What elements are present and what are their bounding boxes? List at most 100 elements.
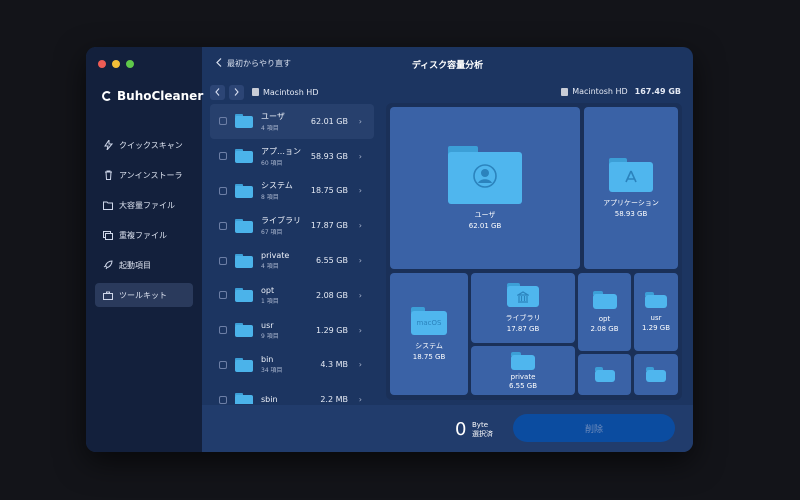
brand-name: BuhoCleaner [117,89,204,103]
item-count: 34 項目 [261,367,283,375]
page-title: ディスク容量分析 [411,61,484,71]
list-item[interactable]: usr 9 項目 1.29 GB › [210,313,374,348]
main-panel: 最初からやり直す ディスク容量分析 Macintosh HD Macintosh… [202,47,693,452]
folder-list: ユーザ 4 項目 62.01 GB › アプ…ョン 60 項目 58.93 GB ›… [210,104,374,404]
item-name: ユーザ [261,111,285,121]
sidebar-item-uninstaller[interactable]: アンインストーラ [95,163,193,187]
list-item[interactable]: アプ…ョン 60 項目 58.93 GB › [210,139,374,174]
applications-folder-icon [609,158,653,192]
chevron-right-icon[interactable]: › [359,152,362,161]
sidebar-item-duplicates[interactable]: 重複ファイル [95,223,193,247]
folder-icon [645,292,667,308]
tile-name: opt [598,315,611,323]
folder-icon [235,183,253,198]
list-item[interactable]: ライブラリ 67 項目 17.87 GB › [210,208,374,243]
treemap-tile-private[interactable]: private 6.55 GB [471,346,575,395]
system-folder-icon: macOS [411,307,447,335]
chevron-right-icon[interactable]: › [359,291,362,300]
treemap-tile-opt[interactable]: opt 2.08 GB [578,273,631,351]
drive-icon [561,87,569,96]
row-checkbox[interactable] [219,360,227,369]
breadcrumb-current: Macintosh HD [263,87,319,97]
tile-size: 6.55 GB [508,381,538,390]
selected-count: 0 [455,419,467,440]
treemap-tile-library[interactable]: ライブラリ 17.87 GB [471,273,575,343]
item-size: 2.2 MB [320,395,348,404]
sidebar-item-label: アンインストーラ [119,170,183,180]
row-checkbox[interactable] [219,291,227,300]
folder-icon [594,367,615,382]
tile-size: 1.29 GB [641,324,671,332]
item-name: アプ…ョン [261,146,301,156]
chevron-right-icon[interactable]: › [359,326,362,335]
item-name: システム [261,181,293,191]
chevron-right-icon[interactable]: › [359,360,362,369]
folder-icon [511,351,535,370]
treemap-tile-users[interactable]: ユーザ 62.01 GB [390,107,580,269]
item-name: ライブラリ [261,216,301,226]
disk-summary: Macintosh HD 167.49 GB [561,87,681,96]
delete-button[interactable]: 削除 [513,414,675,442]
item-name: usr [261,320,274,330]
item-size: 58.93 GB [310,151,348,161]
list-item[interactable]: opt 1 項目 2.08 GB › [210,278,374,313]
zoom-window-button[interactable] [126,60,134,68]
treemap-tile-applications[interactable]: アプリケーション 58.93 GB [584,107,678,269]
treemap-tile-usr[interactable]: usr 1.29 GB [634,273,678,351]
tile-name: usr [650,314,662,322]
macos-badge: macOS [416,319,442,327]
row-checkbox[interactable] [219,395,227,404]
chevron-right-icon[interactable]: › [359,221,362,230]
folder-icon [103,201,113,210]
chevron-right-icon[interactable]: › [359,395,362,404]
folder-icon [235,149,253,164]
breadcrumb[interactable]: Macintosh HD [252,88,318,97]
list-item[interactable]: private 4 項目 6.55 GB › [210,243,374,278]
folder-icon [235,253,253,268]
sidebar-item-startup[interactable]: 起動項目 [95,253,193,277]
library-icon [517,291,529,303]
folder-icon [235,114,253,129]
disk-total-size: 167.49 GB [634,87,681,96]
chevron-right-icon[interactable]: › [359,186,362,195]
list-item[interactable]: bin 34 項目 4.3 MB › [210,348,374,383]
list-item[interactable]: ユーザ 4 項目 62.01 GB › [210,104,374,139]
item-name: bin [261,355,274,365]
row-checkbox[interactable] [219,326,227,335]
treemap-tile-small[interactable] [634,354,678,395]
item-size: 17.87 GB [310,221,348,231]
trash-icon [103,170,113,180]
minimize-window-button[interactable] [112,60,120,68]
chevron-left-icon [215,88,220,96]
drive-icon [252,88,259,96]
treemap-tile-system[interactable]: macOS システム 18.75 GB [390,273,468,395]
back-nav-button[interactable] [210,84,225,100]
item-name: opt [261,285,275,295]
row-checkbox[interactable] [219,117,227,126]
sidebar-item-toolkit[interactable]: ツールキット [95,283,193,307]
user-icon [473,164,497,188]
item-count: 4 項目 [261,263,279,271]
folder-icon [235,218,253,233]
user-folder-icon [448,146,522,204]
sidebar-item-quick-scan[interactable]: クイックスキャン [95,133,193,157]
chevron-right-icon[interactable]: › [359,256,362,265]
chevron-right-icon[interactable]: › [359,117,362,126]
list-item[interactable]: sbin 2.2 MB › [210,382,374,404]
sidebar-item-large-files[interactable]: 大容量ファイル [95,193,193,217]
row-checkbox[interactable] [219,186,227,195]
list-item[interactable]: システム 8 項目 18.75 GB › [210,174,374,209]
close-window-button[interactable] [98,60,106,68]
sidebar-item-label: 重複ファイル [119,230,167,240]
disk-treemap: ユーザ 62.01 GB アプリケーション 58.93 GB macOS システ… [386,103,682,400]
tile-name: システム [415,342,443,350]
buho-logo-icon [102,91,112,101]
treemap-tile-small[interactable] [578,354,631,395]
item-size: 62.01 GB [310,116,348,126]
row-checkbox[interactable] [219,152,227,161]
forward-nav-button[interactable] [229,84,244,100]
brand: BuhoCleaner [102,89,203,103]
item-count: 9 項目 [261,332,279,340]
row-checkbox[interactable] [219,221,227,230]
row-checkbox[interactable] [219,256,227,265]
